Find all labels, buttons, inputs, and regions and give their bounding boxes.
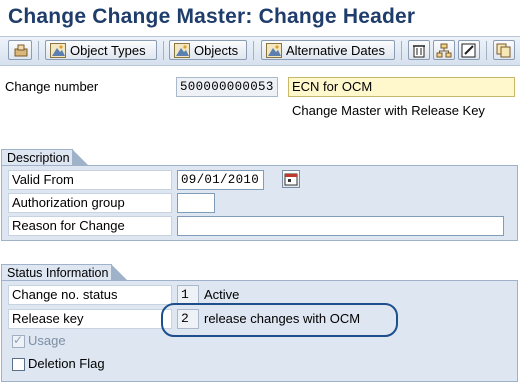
mountain-icon <box>50 43 66 58</box>
release-key-label: Release key <box>8 309 172 329</box>
toolbar-separator <box>38 41 39 60</box>
alternative-dates-button[interactable]: Alternative Dates <box>261 40 395 60</box>
deletion-flag-checkbox[interactable] <box>12 358 25 371</box>
edit-button[interactable] <box>458 40 480 60</box>
reason-for-change-field[interactable] <box>177 216 504 236</box>
status-group-title: Status Information <box>7 266 109 280</box>
change-status-text: Active <box>204 287 240 302</box>
highlight-oval <box>161 303 398 337</box>
mountain-icon <box>174 43 190 58</box>
structure-button[interactable] <box>433 40 455 60</box>
toolbar-separator <box>253 41 254 60</box>
description-group-tab: Description <box>1 149 89 166</box>
application-toolbar: Object Types Objects Alternative Dates <box>0 36 520 66</box>
trash-icon <box>413 45 425 58</box>
valid-from-label: Valid From <box>8 170 172 190</box>
usage-label: Usage <box>28 333 66 348</box>
objects-button[interactable]: Objects <box>169 40 247 60</box>
toolbar-separator <box>401 41 402 60</box>
authorization-group-label: Authorization group <box>8 193 172 213</box>
copy-button[interactable] <box>493 40 515 60</box>
change-type-text: Change Master with Release Key <box>292 103 485 118</box>
change-number-field[interactable]: 500000000053 <box>176 77 278 97</box>
description-group-title: Description <box>7 151 70 165</box>
toolbar-separator <box>486 41 487 60</box>
change-status-field[interactable]: 1 <box>177 285 199 305</box>
hold-icon <box>14 44 28 57</box>
hold-button[interactable] <box>8 40 32 60</box>
calendar-button[interactable] <box>282 170 300 188</box>
window-title: Change Change Master: Change Header <box>8 5 416 28</box>
usage-checkbox[interactable] <box>12 333 25 348</box>
hierarchy-icon <box>436 43 452 58</box>
deletion-flag-label: Deletion Flag <box>28 356 105 371</box>
toolbar-separator <box>163 41 164 60</box>
status-group-tab: Status Information <box>1 264 128 281</box>
mountain-icon <box>266 43 282 58</box>
reason-for-change-label: Reason for Change <box>8 216 172 236</box>
edit-icon <box>461 43 476 58</box>
copy-icon <box>496 43 511 58</box>
alternative-dates-label: Alternative Dates <box>286 43 385 58</box>
change-status-label: Change no. status <box>8 285 172 305</box>
valid-from-field[interactable]: 09/01/2010 <box>177 170 264 190</box>
delete-button[interactable] <box>408 40 430 60</box>
title-bar: Change Change Master: Change Header <box>0 0 520 36</box>
change-description-field[interactable]: ECN for OCM <box>288 77 515 97</box>
objects-label: Objects <box>194 43 239 58</box>
change-number-label: Change number <box>5 79 99 94</box>
object-types-button[interactable]: Object Types <box>45 40 157 60</box>
calendar-icon <box>284 173 298 186</box>
authorization-group-field[interactable] <box>177 193 215 213</box>
object-types-label: Object Types <box>70 43 146 58</box>
